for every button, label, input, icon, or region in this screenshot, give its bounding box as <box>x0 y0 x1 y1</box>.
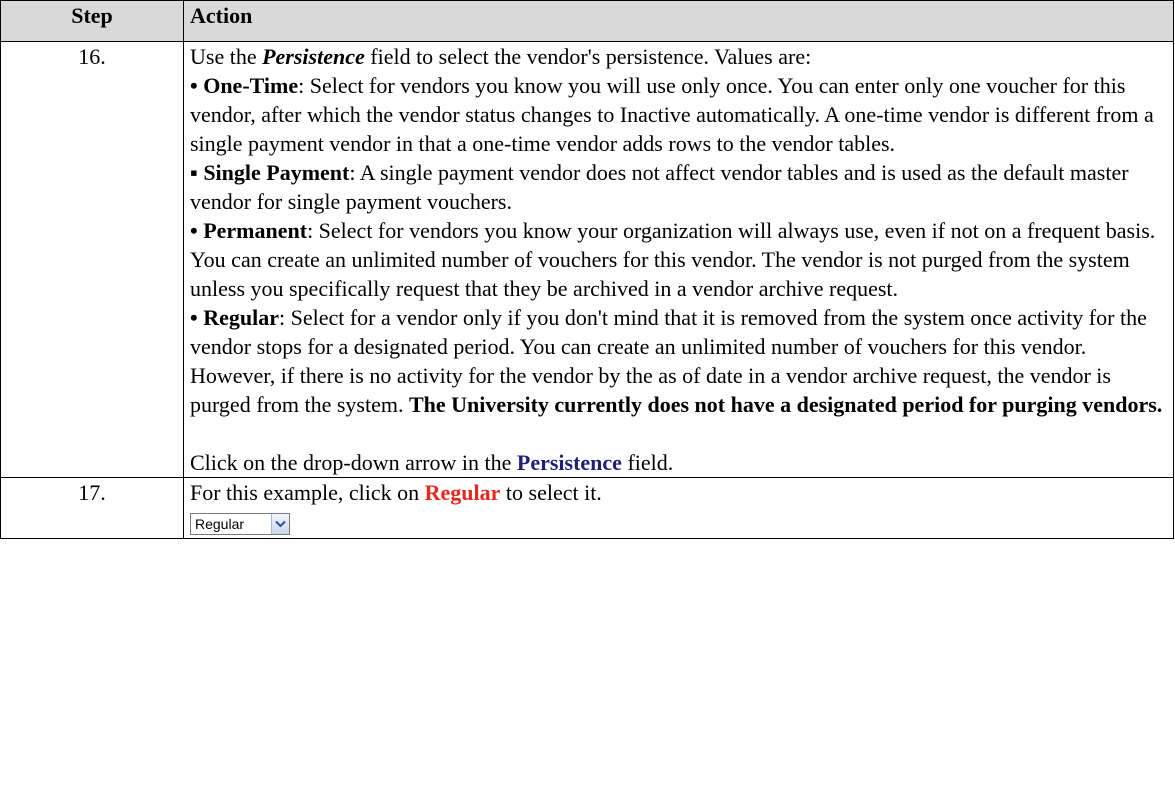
header-step: Step <box>0 0 184 42</box>
step-number: 17. <box>0 477 184 539</box>
value-one-time: • One-Time: Select for vendors you know … <box>190 73 1154 156</box>
step-intro: Use the Persistence field to select the … <box>190 44 812 69</box>
chevron-down-icon[interactable] <box>271 514 289 534</box>
persistence-field-label: Persistence <box>262 44 365 69</box>
value-single-payment: ▪ Single Payment: A single payment vendo… <box>190 160 1129 214</box>
persistence-dropdown[interactable]: Regular <box>190 513 290 535</box>
step-row: 17. For this example, click on Regular t… <box>0 477 1174 539</box>
header-action: Action <box>183 0 1174 42</box>
value-permanent: • Permanent: Select for vendors you know… <box>190 218 1156 301</box>
step-action: Use the Persistence field to select the … <box>183 41 1174 478</box>
step-instruction: Click on the drop-down arrow in the Pers… <box>190 450 674 475</box>
step-instruction: For this example, click on Regular to se… <box>190 480 602 505</box>
step-number: 16. <box>0 41 184 478</box>
header-row: Step Action <box>0 0 1174 42</box>
persistence-dropdown-value: Regular <box>195 516 245 532</box>
step-row: 16. Use the Persistence field to select … <box>0 41 1174 478</box>
regular-highlight: Regular <box>424 480 501 505</box>
university-note: The University currently does not have a… <box>408 392 1163 417</box>
step-action: For this example, click on Regular to se… <box>183 477 1174 539</box>
persistence-field-highlight: Persistence <box>516 450 622 475</box>
steps-table: Step Action 16. Use the Persistence fiel… <box>0 0 1174 539</box>
value-regular: • Regular: Select for a vendor only if y… <box>190 305 1163 417</box>
